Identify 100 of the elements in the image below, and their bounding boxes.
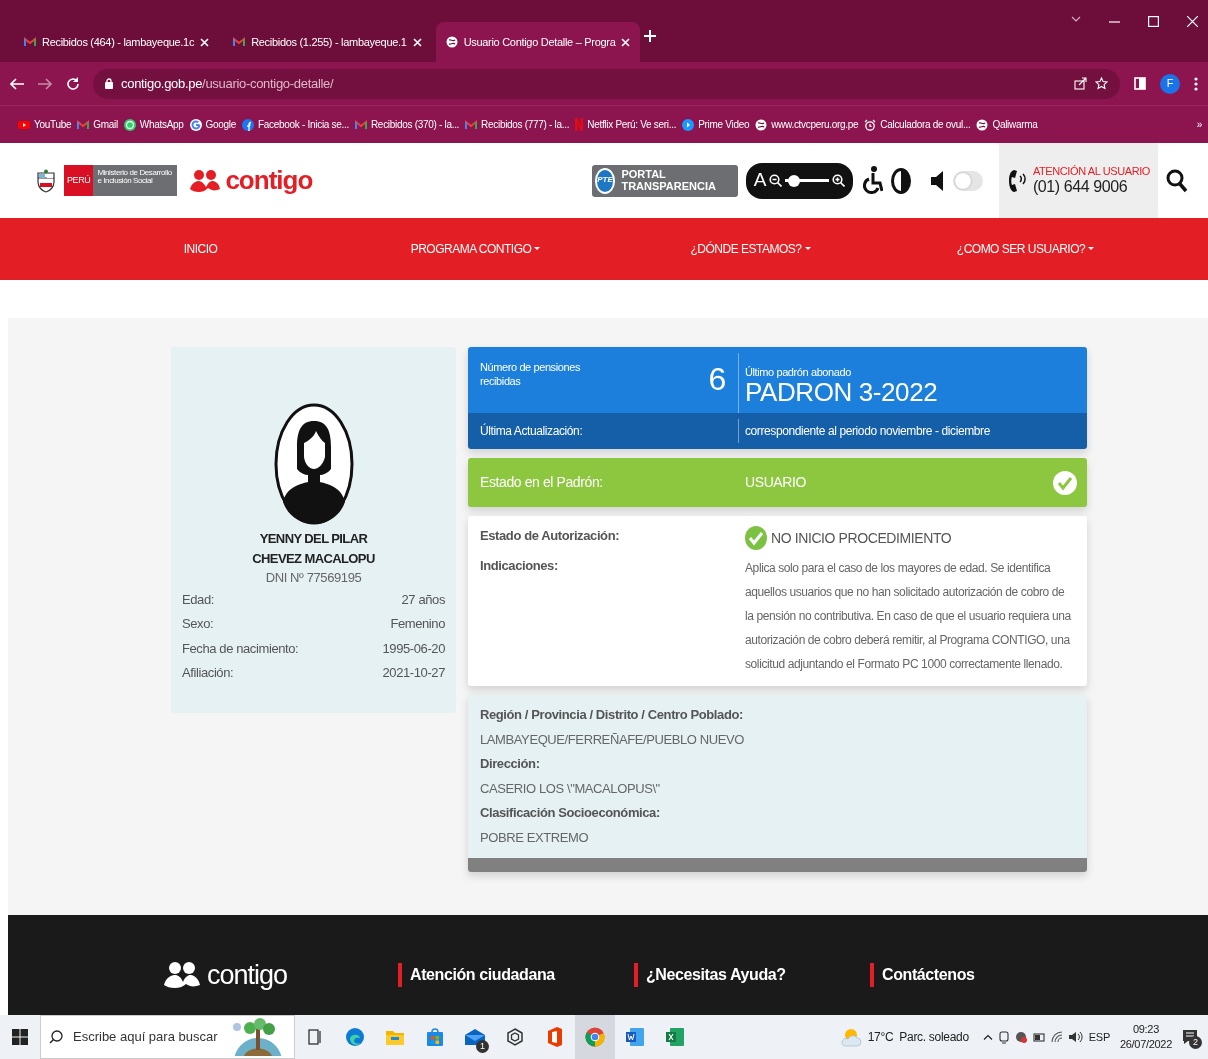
location-value: LAMBAYEQUE/FERREÑAFE/PUEBLO NUEVO — [480, 730, 745, 749]
more-menu-icon[interactable] — [1194, 76, 1198, 91]
phone-icon — [1006, 167, 1027, 194]
field-label: Sexo: — [182, 615, 214, 633]
reload-icon[interactable] — [66, 77, 79, 90]
bookmark-link[interactable]: Google — [189, 117, 236, 132]
field-value: Femenino — [390, 615, 445, 633]
bookmark-link[interactable]: Prime Video — [682, 117, 750, 132]
document-app-icon[interactable] — [626, 1028, 644, 1046]
task-view-icon[interactable] — [308, 1029, 322, 1045]
contrast-icon[interactable] — [890, 167, 911, 194]
chevron-down-icon[interactable] — [1071, 16, 1081, 22]
bookmark-link[interactable]: Netflix Perú: Ve seri... — [575, 117, 677, 132]
footer-link[interactable]: Atención ciudadana — [398, 963, 634, 987]
star-icon[interactable] — [1095, 77, 1108, 90]
forward-arrow-icon[interactable] — [38, 77, 52, 90]
nav-menu-link[interactable]: ¿COMO SER USUARIO? — [956, 240, 1095, 258]
ribbon-icon — [575, 118, 584, 131]
field-value: 27 años — [401, 590, 445, 609]
share-icon[interactable] — [1074, 77, 1087, 90]
indications-label: Indicaciones: — [480, 557, 559, 575]
bookmark-link[interactable]: Qaliwarma — [976, 117, 1038, 132]
address-field[interactable]: contigo.gob.pe/usuario-contigo-detalle/ — [93, 68, 1120, 99]
bookmark-link[interactable]: www.ctvcperu.org.pe — [755, 117, 859, 132]
bookmark-link[interactable]: Recibidos (370) - la... — [354, 117, 460, 132]
video-play-icon — [18, 118, 30, 131]
close-icon[interactable] — [412, 37, 422, 47]
zoom-out-icon[interactable] — [768, 174, 782, 187]
support-title: ATENCIÓN AL USUARIO — [1032, 164, 1150, 177]
search-icon[interactable] — [1166, 168, 1188, 193]
hexagon-icon[interactable] — [507, 1028, 523, 1046]
side-panel-icon[interactable] — [1134, 77, 1146, 90]
swirl-app-icon[interactable] — [345, 1027, 365, 1047]
chevron-up-icon[interactable] — [982, 1034, 993, 1040]
folder-icon[interactable] — [386, 1029, 404, 1045]
envelope-icon[interactable] — [465, 1029, 485, 1045]
weather-condition: Parc. soleado — [899, 1029, 969, 1046]
more-bookmarks-button[interactable]: » — [1196, 117, 1202, 132]
location-value: POBRE EXTREMO — [480, 828, 590, 847]
language-indicator: ESP — [1088, 1029, 1110, 1045]
close-icon[interactable] — [1187, 16, 1198, 27]
clock-time: 09:23 — [1131, 1021, 1160, 1037]
authorization-label: Estado de Autorización: — [480, 527, 621, 545]
footer-link[interactable]: ¿Necesitas Ayuda? — [634, 963, 870, 987]
nav-menu-link[interactable]: ¿DÓNDE ESTAMOS? — [690, 240, 811, 258]
status-value: USUARIO — [745, 473, 807, 492]
bookmark-link[interactable]: Recibidos (777) - la... — [465, 117, 570, 132]
windows-logo-icon[interactable] — [12, 1029, 28, 1045]
update-period: correspondiente al periodo noviembre - diciembre — [745, 423, 990, 440]
bookmark-link[interactable]: YouTube — [18, 117, 72, 132]
spreadsheet-app-icon[interactable] — [666, 1028, 684, 1046]
tray-app-icon[interactable] — [1014, 1031, 1027, 1043]
zoom-slider-thumb[interactable] — [788, 174, 801, 187]
taskbar-search-field[interactable]: Escribe aquí para buscar — [40, 1015, 295, 1059]
play-circle-icon — [682, 118, 695, 131]
speaker-icon[interactable] — [930, 169, 945, 192]
zoom-in-icon[interactable] — [831, 174, 845, 187]
tray-app-icon[interactable] — [998, 1030, 1009, 1044]
profile-avatar[interactable]: F — [1160, 73, 1180, 94]
count-badge: 1 — [476, 1040, 489, 1053]
bookmark-link[interactable]: Facebook - Inicia se... — [242, 117, 349, 132]
pensions-count: 6 — [708, 360, 726, 399]
footer-link[interactable]: Contáctenos — [870, 963, 1106, 987]
close-icon[interactable] — [200, 37, 210, 47]
sound-toggle[interactable] — [952, 170, 983, 191]
update-label: Última Actualización: — [480, 422, 583, 440]
browser-tab[interactable]: Recibidos (1.255) - lambayeque.1 — [223, 22, 432, 62]
coat-of-arms-icon — [36, 168, 56, 193]
location-label: Región / Provincia / Distrito / Centro Poblado: — [480, 706, 744, 724]
bookmark-link[interactable]: Gmail — [77, 117, 118, 132]
font-size-label: A — [753, 168, 766, 193]
pensions-label: Número de pensiones recibidas — [480, 360, 582, 389]
people-icon — [189, 168, 222, 193]
chrome-ball-icon[interactable] — [585, 1027, 605, 1047]
shopping-bag-icon[interactable] — [427, 1028, 443, 1046]
plus-icon[interactable] — [644, 30, 657, 42]
battery-icon[interactable] — [1032, 1032, 1045, 1042]
close-icon[interactable] — [621, 37, 631, 47]
office-app-icon[interactable] — [548, 1027, 562, 1047]
browser-tab[interactable]: Usuario Contigo Detalle – Progra — [435, 22, 641, 62]
bookmark-link[interactable]: Calculadora de ovul... — [864, 117, 971, 132]
back-arrow-icon[interactable] — [10, 77, 24, 90]
id-number: DNI Nº 77569195 — [265, 569, 362, 587]
ring-logo-icon — [189, 118, 202, 131]
browser-tab[interactable]: Recibidos (464) - lambayeque.1c — [14, 22, 220, 62]
wheelchair-icon[interactable] — [860, 165, 883, 196]
nav-menu-link[interactable]: INICIO — [183, 240, 218, 258]
last-padron-label: Último padrón abonado — [745, 365, 852, 378]
bookmark-link[interactable]: WhatsApp — [123, 117, 184, 132]
globe-icon — [976, 118, 989, 131]
nav-menu-link[interactable]: PROGRAMA CONTIGO — [410, 240, 541, 258]
wifi-icon[interactable] — [1050, 1031, 1063, 1043]
volume-icon[interactable] — [1068, 1031, 1083, 1043]
mail-icon — [233, 36, 246, 48]
mail-icon — [24, 36, 36, 48]
search-input[interactable]: Escribe aquí para buscar — [71, 1026, 222, 1048]
text-zoom-control[interactable]: A — [745, 162, 853, 199]
maximize-icon[interactable] — [1148, 16, 1159, 27]
location-label: Clasificación Socioeconómica: — [480, 804, 661, 822]
globe-icon — [755, 118, 768, 131]
